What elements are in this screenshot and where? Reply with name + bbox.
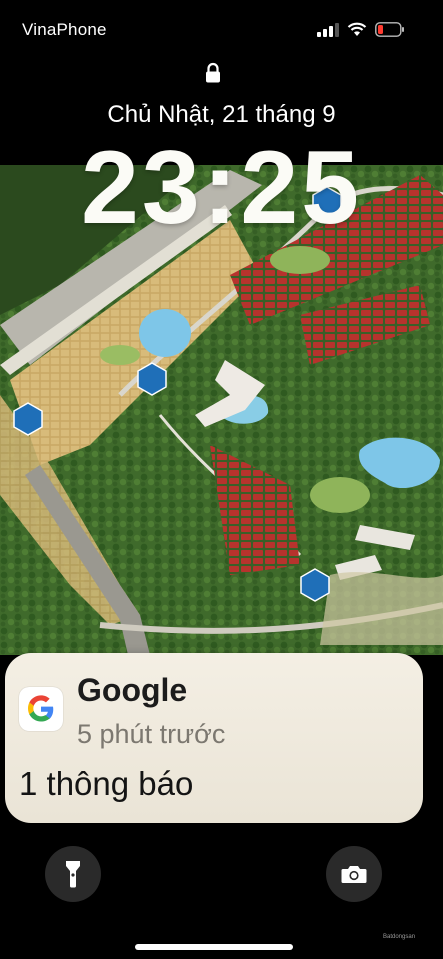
google-notification[interactable]: Google 5 phút trước 1 thông báo bbox=[5, 653, 423, 823]
watermark-text: Batdongsan bbox=[383, 934, 416, 940]
lock-icon bbox=[206, 62, 220, 83]
wifi-icon bbox=[347, 22, 367, 36]
notification-message: 1 thông báo bbox=[19, 765, 194, 802]
lock-screen-date: Chủ Nhật, 21 tháng 9 bbox=[107, 101, 336, 128]
flashlight-button[interactable] bbox=[45, 846, 101, 902]
status-bar: VinaPhone bbox=[0, 0, 443, 60]
carrier-name: VinaPhone bbox=[22, 20, 107, 39]
battery-low-icon bbox=[375, 22, 404, 37]
camera-button[interactable] bbox=[326, 846, 382, 902]
notification-app-name: Google bbox=[77, 672, 188, 708]
camera-icon bbox=[341, 866, 367, 883]
home-indicator[interactable] bbox=[135, 944, 293, 950]
flashlight-icon bbox=[66, 861, 80, 888]
google-app-icon bbox=[19, 687, 63, 731]
google-g-icon bbox=[28, 695, 54, 722]
cellular-signal-icon bbox=[317, 22, 339, 37]
lock-screen-time: 23:25 bbox=[81, 130, 362, 246]
notification-time: 5 phút trước bbox=[77, 719, 226, 749]
status-icons bbox=[317, 22, 405, 37]
